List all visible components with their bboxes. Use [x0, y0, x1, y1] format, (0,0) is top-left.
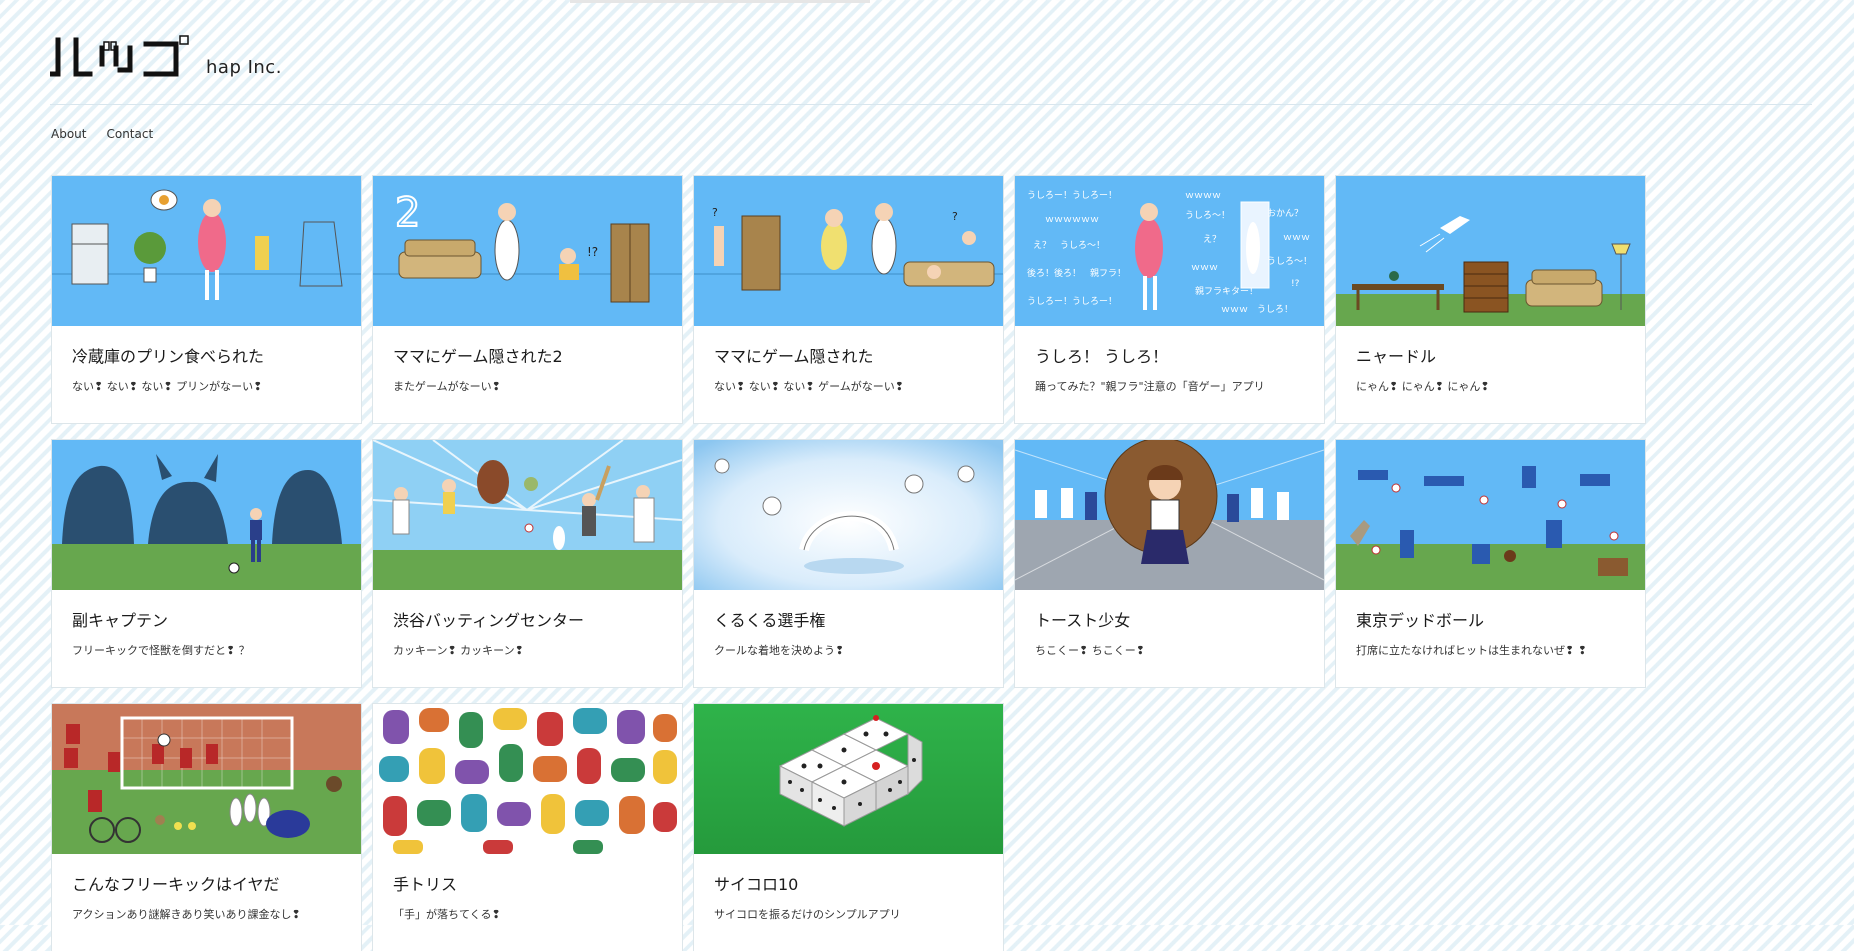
thumb-qmark: ?	[952, 210, 958, 223]
thumb-number: 2	[395, 190, 420, 236]
thumb-qmark: ?	[712, 206, 718, 219]
app-thumbnail	[373, 440, 682, 590]
thumb-text: ｗｗｗ うしろ！	[1221, 304, 1293, 315]
app-card-vice-captain[interactable]: 副キャプテン フリーキックで怪獣を倒すだと❢ ？	[52, 440, 361, 687]
app-title: うしろ！ うしろ！	[1035, 347, 1169, 366]
app-thumbnail	[1336, 440, 1645, 590]
app-card-pudding[interactable]: 冷蔵庫のプリン食べられた ない❢ ない❢ ない❢ プリンがなーい❢	[52, 176, 361, 423]
thumb-text: おかん？	[1267, 208, 1303, 219]
app-description: 打席に立たなければヒットは生まれないぜ❢ ❢	[1356, 644, 1587, 657]
app-thumbnail	[694, 440, 1003, 590]
app-title: 冷蔵庫のプリン食べられた	[72, 347, 265, 366]
main-nav: About Contact	[51, 127, 153, 141]
app-description: にゃん❢ にゃん❢ にゃん❢	[1356, 380, 1490, 393]
nav-contact-link[interactable]: Contact	[106, 127, 153, 141]
app-description: カッキーン❢ カッキーン❢	[393, 644, 524, 657]
app-description: アクションあり謎解きあり笑いあり課金なし❢	[72, 908, 301, 921]
app-thumbnail	[52, 440, 361, 590]
app-thumbnail: ? ?	[694, 176, 1003, 326]
company-name: hap Inc.	[206, 57, 282, 78]
app-thumbnail	[52, 176, 361, 326]
thumb-text: !?	[1291, 279, 1300, 289]
app-thumbnail	[1336, 176, 1645, 326]
app-card-game-hidden-2[interactable]: 2 !? ママにゲーム隠された2 またゲームがなーい❢	[373, 176, 682, 423]
app-title: 副キャプテン	[72, 611, 169, 630]
app-thumbnail	[694, 704, 1003, 854]
app-title: トースト少女	[1035, 611, 1131, 630]
app-card-tokyo-deadball[interactable]: 東京デッドボール 打席に立たなければヒットは生まれないぜ❢ ❢	[1336, 440, 1645, 687]
app-card-tetris-hand[interactable]: 手トリス 「手」が落ちてくる❢	[373, 704, 682, 951]
app-description: クールな着地を決めよう❢	[714, 644, 845, 657]
app-title: 渋谷バッティングセンター	[393, 611, 585, 630]
thumb-text: うしろー！うしろー！	[1027, 190, 1117, 201]
header-divider	[50, 104, 1812, 105]
app-card-freekick[interactable]: こんなフリーキックはイヤだ アクションあり謎解きあり笑いあり課金なし❢	[52, 704, 361, 951]
app-description: ない❢ ない❢ ない❢ ゲームがなーい❢	[714, 380, 905, 393]
thumb-text: ｗｗｗｗ	[1185, 191, 1221, 201]
app-title: ママにゲーム隠された2	[393, 347, 563, 366]
app-title: ニャードル	[1356, 347, 1437, 366]
thumb-text: ｗｗｗｗｗｗ	[1045, 215, 1099, 225]
thumb-exclaim: !?	[587, 245, 598, 259]
app-card-game-hidden[interactable]: ? ? ママにゲーム隠された ない❢ ない❢ ない❢ ゲームがなーい❢	[694, 176, 1003, 423]
app-card-saikoro10[interactable]: サイコロ10 サイコロを振るだけのシンプルアプリ	[694, 704, 1003, 951]
app-description: サイコロを振るだけのシンプルアプリ	[714, 908, 901, 921]
thumb-text: え？	[1203, 234, 1221, 245]
app-thumbnail	[52, 704, 361, 854]
app-description: またゲームがなーい❢	[393, 380, 501, 393]
app-title: こんなフリーキックはイヤだ	[72, 875, 280, 894]
app-description: 踊ってみた？"親フラ"注意の「音ゲー」アプリ	[1035, 380, 1265, 393]
thumb-text: え？ うしろ〜！	[1033, 240, 1105, 251]
site-logo[interactable]: hap Inc.	[50, 34, 282, 80]
top-accent-line	[570, 0, 870, 3]
app-description: フリーキックで怪獣を倒すだと❢ ？	[72, 644, 250, 657]
app-title: サイコロ10	[714, 875, 799, 894]
app-thumbnail	[1015, 440, 1324, 590]
app-thumbnail: うしろー！うしろー！ ｗｗｗｗ ｗｗｗｗｗｗ うしろ〜！ おかん？ え？ うしろ…	[1015, 176, 1324, 326]
thumb-text: 後ろ！後ろ！ 親フラ！	[1027, 267, 1126, 279]
app-title: 東京デッドボール	[1356, 611, 1485, 630]
nav-about-link[interactable]: About	[51, 127, 86, 141]
hap-logo-icon	[50, 35, 189, 77]
thumb-text: うしろー！うしろー！	[1027, 296, 1117, 307]
app-card-kurukuru[interactable]: くるくる選手権 クールな着地を決めよう❢	[694, 440, 1003, 687]
thumb-text: ｗｗｗ	[1283, 233, 1310, 243]
app-card-ushiro[interactable]: うしろー！うしろー！ ｗｗｗｗ ｗｗｗｗｗｗ うしろ〜！ おかん？ え？ うしろ…	[1015, 176, 1324, 423]
app-title: ママにゲーム隠された	[714, 347, 874, 366]
thumb-text: ｗｗｗ	[1191, 263, 1218, 273]
app-title: 手トリス	[393, 875, 458, 894]
app-thumbnail: 2 !?	[373, 176, 682, 326]
thumb-text: うしろ〜！	[1185, 210, 1230, 221]
app-card-toast-girl[interactable]: トースト少女 ちこくー❢ ちこくー❢	[1015, 440, 1324, 687]
app-description: ない❢ ない❢ ない❢ プリンがなーい❢	[72, 380, 263, 393]
app-card-shibuya-batting[interactable]: 渋谷バッティングセンター カッキーン❢ カッキーン❢	[373, 440, 682, 687]
thumb-text: うしろ〜！	[1267, 256, 1312, 267]
app-thumbnail	[373, 704, 682, 854]
app-card-nyardle[interactable]: ニャードル にゃん❢ にゃん❢ にゃん❢	[1336, 176, 1645, 423]
app-description: 「手」が落ちてくる❢	[393, 908, 501, 921]
app-title: くるくる選手権	[714, 611, 826, 630]
app-description: ちこくー❢ ちこくー❢	[1035, 644, 1145, 657]
